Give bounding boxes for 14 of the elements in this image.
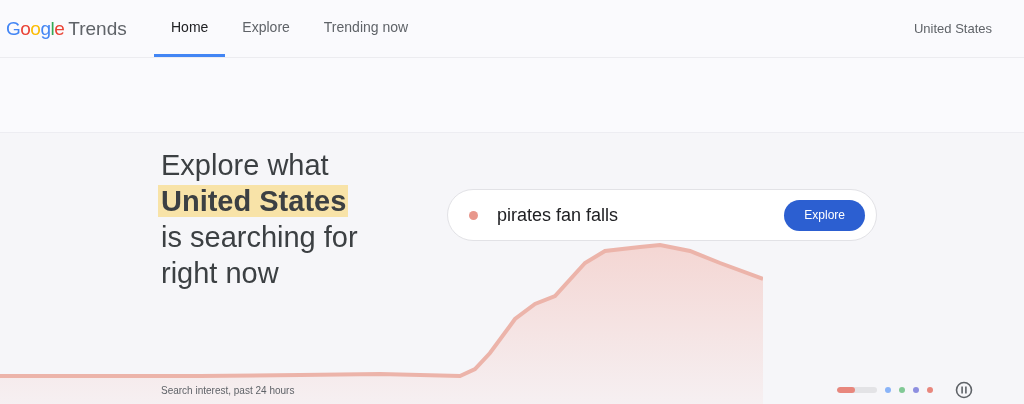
search-field[interactable]: pirates fan falls Explore [447, 189, 877, 241]
pause-icon[interactable] [955, 381, 973, 399]
slide-dot[interactable] [899, 387, 905, 393]
slide-dot[interactable] [885, 387, 891, 393]
google-trends-logo[interactable]: Google Trends [0, 0, 154, 57]
slide-progress[interactable] [837, 387, 877, 393]
slide-dot[interactable] [927, 387, 933, 393]
explore-button[interactable]: Explore [784, 199, 865, 231]
slide-dot[interactable] [913, 387, 919, 393]
nav-tab[interactable]: Explore [225, 0, 307, 57]
chart-caption: Search interest, past 24 hours [161, 384, 295, 396]
region-selector[interactable]: United States [913, 21, 1024, 36]
hero-heading: Explore what United States is searching for right now [161, 147, 361, 375]
nav-tab[interactable]: Trending now [306, 0, 426, 57]
